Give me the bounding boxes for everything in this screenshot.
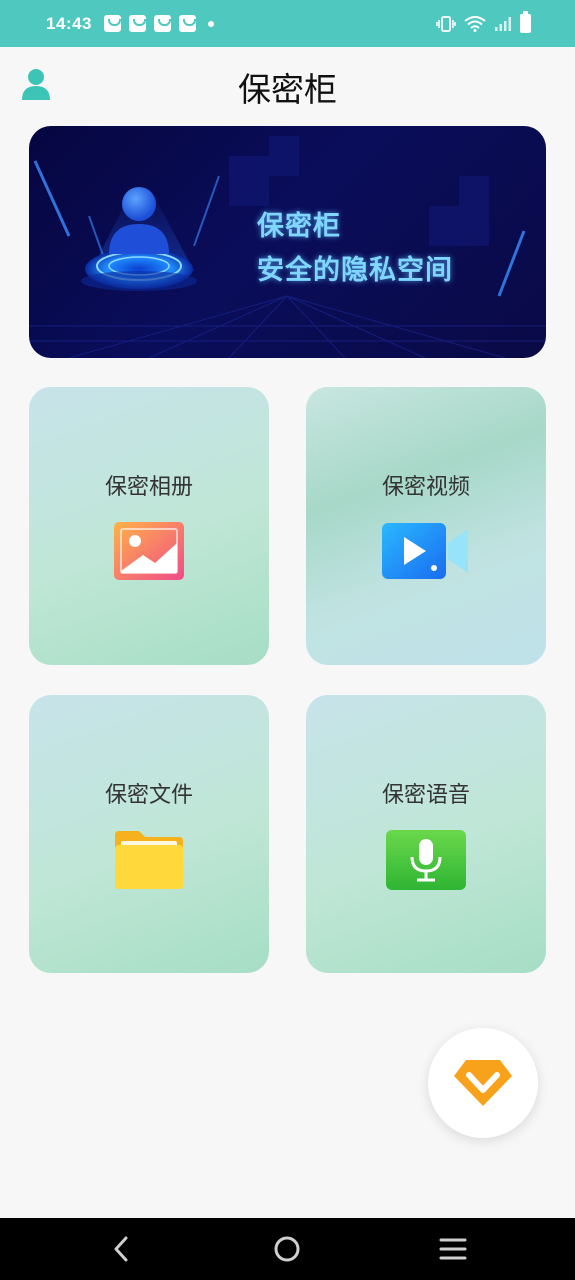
battery-icon	[520, 11, 531, 33]
status-bar: 14:43	[0, 0, 575, 47]
video-icon	[382, 523, 468, 579]
signal-icon	[495, 16, 511, 31]
card-label: 保密语音	[381, 783, 470, 808]
card-voice[interactable]: 保密语音	[306, 695, 546, 973]
shopping-bag-icon	[128, 15, 146, 32]
folder-icon	[115, 831, 183, 889]
shopping-bag-icon	[153, 15, 171, 32]
banner-headline: 保密柜	[257, 211, 341, 242]
vip-button[interactable]	[428, 1028, 538, 1138]
back-icon[interactable]	[102, 1234, 142, 1264]
wifi-icon	[464, 15, 486, 32]
promo-banner[interactable]: 保密柜 安全的隐私空间	[29, 126, 546, 358]
status-indicators	[436, 11, 531, 33]
app-header: 保密柜	[0, 47, 575, 122]
notification-icons	[103, 15, 214, 32]
card-files[interactable]: 保密文件	[29, 695, 269, 973]
card-photo-album[interactable]: 保密相册	[29, 387, 269, 665]
banner-subheadline: 安全的隐私空间	[257, 255, 453, 286]
page-title: 保密柜	[238, 70, 337, 109]
more-notifications-dot	[207, 20, 214, 27]
card-label: 保密视频	[381, 475, 470, 500]
home-icon[interactable]	[267, 1234, 307, 1264]
card-video[interactable]: 保密视频	[306, 387, 546, 665]
status-time: 14:43	[46, 13, 92, 33]
microphone-icon	[386, 830, 466, 890]
shopping-bag-icon	[178, 15, 196, 32]
shopping-bag-icon	[103, 15, 121, 32]
system-nav-bar	[0, 1218, 575, 1280]
card-label: 保密文件	[104, 783, 193, 808]
recent-apps-icon[interactable]	[433, 1234, 473, 1264]
vibrate-icon	[436, 15, 456, 32]
photo-album-icon	[114, 522, 184, 580]
vip-diamond-icon	[454, 1060, 512, 1106]
card-label: 保密相册	[104, 475, 193, 500]
